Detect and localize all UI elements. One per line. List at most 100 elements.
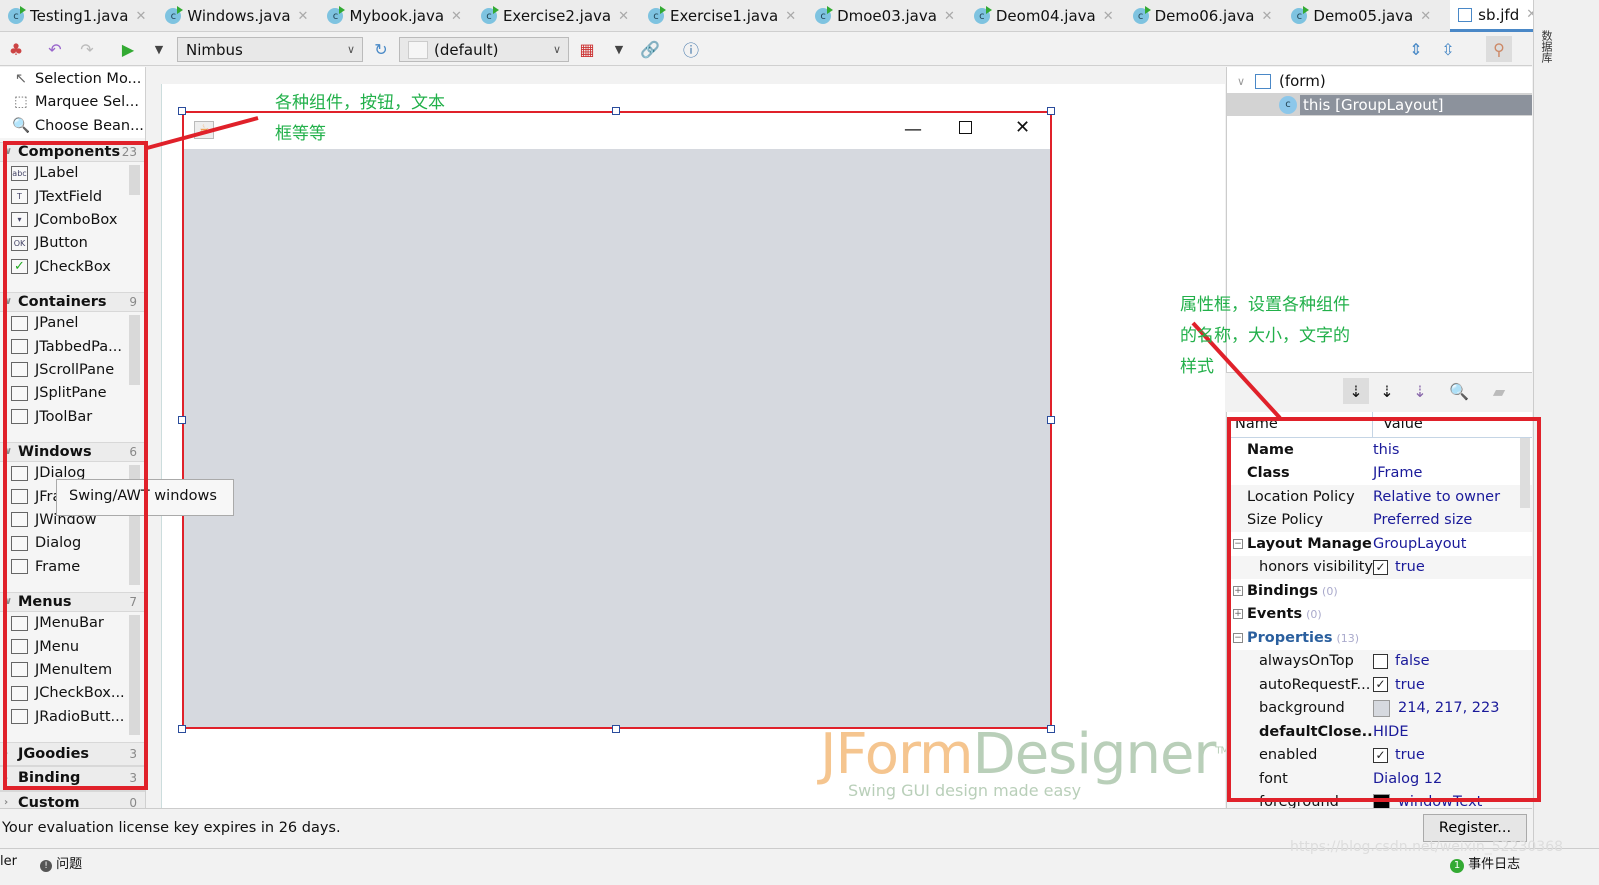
close-tab-icon[interactable]: ✕ [135,9,146,24]
palette-item-jcheckbox[interactable]: ✓ JCheckBox [0,255,127,278]
tool-window-label[interactable]: ler [0,854,17,869]
problems-button[interactable]: ! 问题 [40,853,82,872]
close-icon[interactable]: ✕ [1015,117,1030,138]
resize-handle[interactable] [178,416,186,424]
palette-item-jmenu[interactable]: JMenu [0,635,127,658]
property-row-bindings[interactable]: + Bindings (0) [1227,579,1532,603]
palette-icon[interactable]: ♣ [5,38,27,60]
collapse-icon[interactable]: − [1233,632,1243,643]
info-icon[interactable]: ⓘ [680,38,702,60]
align-dropdown-icon[interactable]: ▼ [608,38,630,60]
palette-item-jtoolbar[interactable]: JToolBar [0,405,127,428]
palette-item-jsplitpane[interactable]: JSplitPane [0,382,127,405]
palette-item-dialog[interactable]: Dialog [0,532,127,555]
search-icon[interactable]: 🔍 [1448,380,1470,402]
locale-select[interactable]: (default) ∨ [399,37,569,62]
property-value[interactable]: Preferred size [1373,512,1472,528]
close-tab-icon[interactable]: ✕ [298,9,309,24]
preview-dropdown-icon[interactable]: ▼ [148,38,170,60]
checkbox-checked[interactable]: ✓ [1373,559,1388,575]
property-scrollbar[interactable] [1520,438,1530,508]
preview-icon[interactable]: ▶ [117,38,139,60]
property-row-location-policy[interactable]: Location Policy Relative to owner [1227,485,1532,509]
close-tab-icon[interactable]: ✕ [618,9,629,24]
database-tool-button[interactable]: 数据库 [1538,30,1554,63]
link-icon[interactable]: 🔗 [639,38,661,60]
undo-icon[interactable]: ↶ [44,38,66,60]
minimize-icon[interactable]: — [904,119,922,140]
property-row-events[interactable]: + Events (0) [1227,602,1532,626]
tab-sb-jfd[interactable]: sb.jfd ✕ [1450,0,1547,32]
tab-demo05-java[interactable]: c Demo05.java ✕ [1291,0,1440,32]
palette-item-frame[interactable]: Frame [0,555,127,578]
close-tab-icon[interactable]: ✕ [1420,9,1431,24]
property-value[interactable]: ✓ true [1373,747,1425,763]
close-tab-icon[interactable]: ✕ [1261,9,1272,24]
palette-scrollbar[interactable] [129,614,140,735]
tab-windows-java[interactable]: c Windows.java ✕ [165,0,317,32]
palette-section-jgoodies[interactable]: › JGoodies 3 [0,741,145,766]
property-row-layout-manage-[interactable]: −Layout Manage...GroupLayout [1227,532,1532,556]
checkbox-checked[interactable]: ✓ [1373,677,1388,693]
property-value[interactable]: HIDE [1373,724,1409,740]
resize-handle[interactable] [1047,416,1055,424]
close-tab-icon[interactable]: ✕ [944,9,955,24]
property-value[interactable]: this [1373,442,1399,458]
palette-item-jbutton[interactable]: OK JButton [0,232,127,255]
maximize-icon[interactable] [959,121,972,134]
jframe-form[interactable]: ☕ — ✕ [182,111,1052,729]
expand-icon[interactable]: + [1233,585,1243,596]
register-button[interactable]: Register... [1423,814,1527,842]
property-row-class[interactable]: Class JFrame [1227,461,1532,485]
refresh-icon[interactable]: ↻ [370,38,392,60]
palette-item-jcombobox[interactable]: ▾ JComboBox [0,208,127,231]
resize-handle[interactable] [178,725,186,733]
property-value[interactable]: GroupLayout [1373,536,1466,552]
palette-tool[interactable]: ⬚ Marquee Sel... [0,90,145,114]
tab-mybook-java[interactable]: c Mybook.java ✕ [327,0,470,32]
palette-item-jlabel[interactable]: abc JLabel [0,162,127,185]
property-row-honors-visibility[interactable]: honors visibility ✓ true [1227,556,1532,580]
tab-exercise2-java[interactable]: c Exercise2.java ✕ [480,0,638,32]
tree-node-this[interactable]: c this [GroupLayout] [1227,93,1532,116]
sort-by-type-icon[interactable]: ⇣ [1376,380,1398,402]
tab-exercise1-java[interactable]: c Exercise1.java ✕ [648,0,805,32]
property-row-defaultclose-[interactable]: defaultClose... HIDE [1227,720,1532,744]
close-tab-icon[interactable]: ✕ [1103,9,1114,24]
palette-tool[interactable]: 🔍 Choose Bean... [0,114,145,138]
look-and-feel-select[interactable]: Nimbus ∨ [177,37,363,62]
property-value[interactable]: Relative to owner [1373,489,1500,505]
tab-dmoe03-java[interactable]: c Dmoe03.java ✕ [815,0,964,32]
property-row-font[interactable]: font Dialog 12 [1227,767,1532,791]
close-tab-icon[interactable]: ✕ [785,9,796,24]
property-value[interactable]: JFrame [1373,465,1422,481]
resize-handle[interactable] [178,107,186,115]
palette-tool[interactable]: ↖ Selection Mo... [0,67,145,91]
palette-section-containers[interactable]: ∨ Containers 9 [0,291,145,312]
property-row-autorequestf-[interactable]: autoRequestF... ✓ true [1227,673,1532,697]
palette-scrollbar[interactable] [129,164,140,195]
property-value[interactable]: false [1373,653,1430,669]
tab-deom04-java[interactable]: c Deom04.java ✕ [973,0,1123,32]
palette-scrollbar[interactable] [129,314,140,385]
property-row-size-policy[interactable]: Size Policy Preferred size [1227,509,1532,533]
palette-item-jpanel[interactable]: JPanel [0,312,127,335]
collapse-icon[interactable]: − [1233,538,1243,549]
palette-section-custom[interactable]: › Custom 0 [0,790,145,808]
property-row-alwaysontop[interactable]: alwaysOnTop false [1227,650,1532,674]
property-value[interactable]: 214, 217, 223 [1373,699,1499,717]
property-row-foreground[interactable]: foreground windowText [1227,791,1532,808]
palette-item-jscrollpane[interactable]: JScrollPane [0,358,127,381]
resize-handle[interactable] [612,107,620,115]
property-value[interactable]: windowText [1373,793,1482,808]
palette-item-jradiobutt[interactable]: JRadioButt... [0,705,127,728]
expand-icon[interactable]: ⇕ [1405,38,1427,60]
sort-alphabetical-icon[interactable]: ⇣ [1409,380,1431,402]
align-icon[interactable]: ▦ [576,38,598,60]
property-value[interactable]: ✓ true [1373,677,1425,693]
resize-handle[interactable] [612,725,620,733]
close-tab-icon[interactable]: ✕ [451,9,462,24]
expand-icon[interactable]: + [1233,609,1243,620]
filter-icon[interactable]: ▰ [1488,380,1510,402]
tree-node-form[interactable]: ∨ (form) [1227,69,1532,93]
